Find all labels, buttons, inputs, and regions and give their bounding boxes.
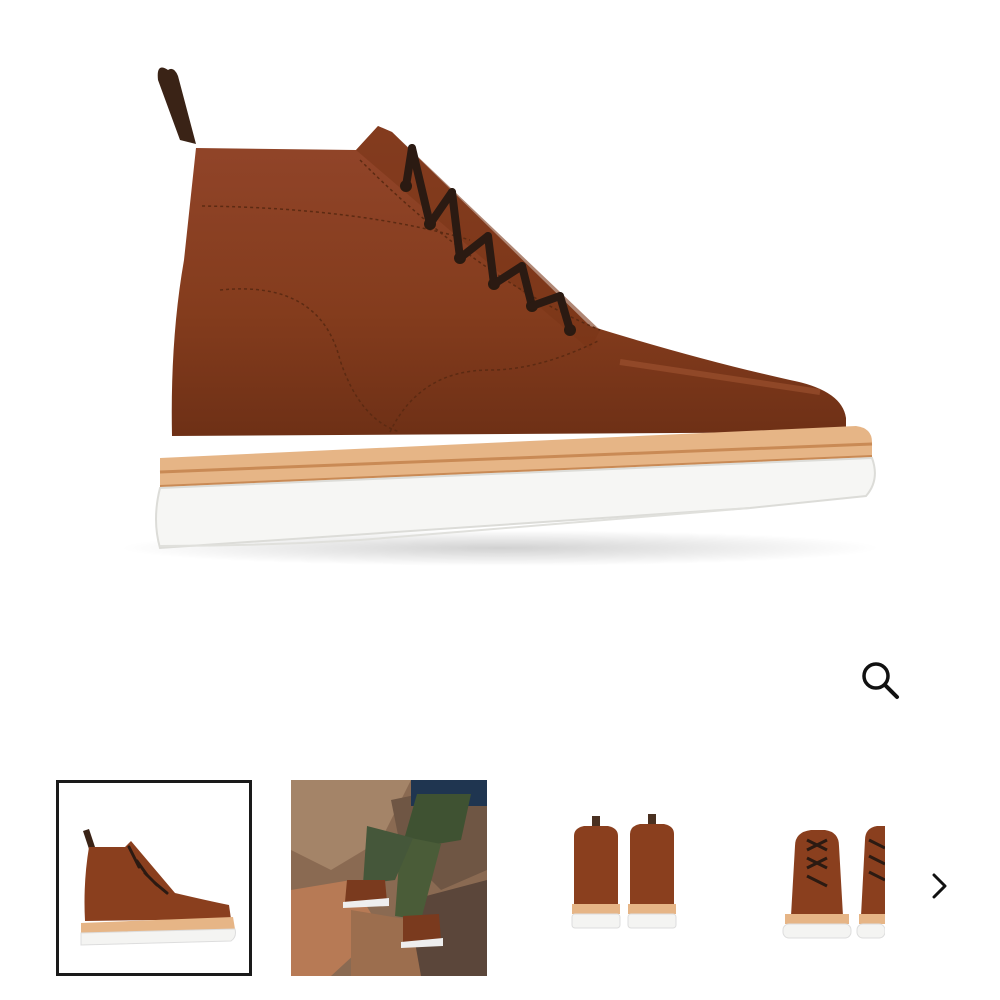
boot-side-thumbnail bbox=[80, 829, 236, 946]
boots-front-view-thumbnail bbox=[782, 826, 885, 939]
main-product-image bbox=[60, 40, 940, 600]
boot-side-view-image bbox=[120, 67, 880, 566]
boots-back-view-thumbnail bbox=[571, 814, 677, 929]
lifestyle-rocks-thumbnail bbox=[291, 780, 487, 976]
zoom-button[interactable] bbox=[852, 652, 908, 708]
next-thumbnail-button[interactable] bbox=[922, 866, 958, 906]
thumbnail-boots-back[interactable] bbox=[526, 780, 722, 976]
thumbnail-boot-side[interactable] bbox=[56, 780, 252, 976]
thumbnail-lifestyle[interactable] bbox=[291, 780, 487, 976]
chevron-right-icon bbox=[932, 873, 947, 899]
magnifier-icon bbox=[862, 662, 899, 699]
thumbnail-strip bbox=[56, 780, 896, 978]
thumbnail-boots-front[interactable] bbox=[761, 780, 885, 976]
